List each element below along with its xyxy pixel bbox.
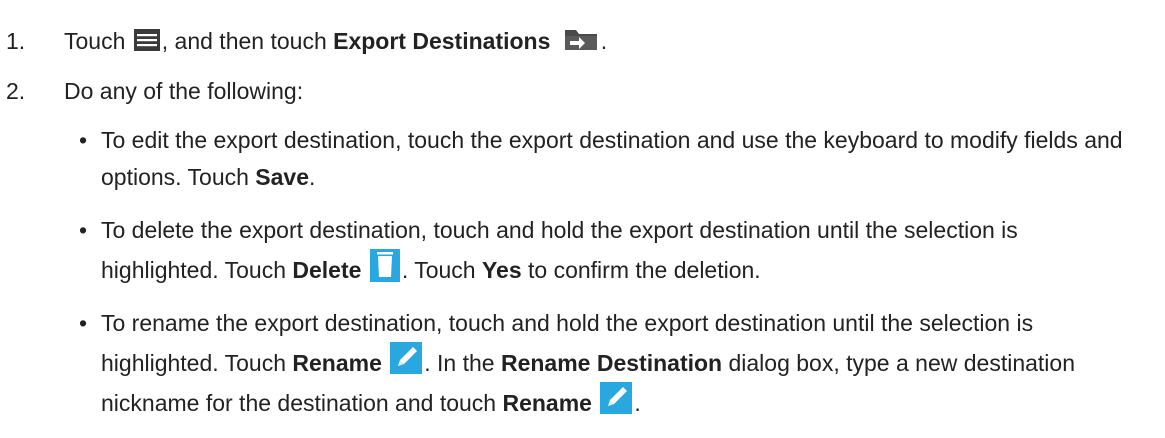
bullet-marker: • bbox=[79, 127, 88, 153]
delete-label: Delete bbox=[292, 257, 362, 283]
step-text: Touch bbox=[64, 28, 126, 54]
list-item-rename: • To rename the export destination, touc… bbox=[0, 305, 1165, 422]
save-label: Save bbox=[255, 164, 310, 190]
step-text: , and then touch bbox=[161, 28, 327, 54]
list-item-edit: • To edit the export destination, touch … bbox=[0, 122, 1165, 196]
list-item-text: . In the bbox=[424, 350, 495, 376]
step-text: . bbox=[600, 28, 608, 54]
bullet-marker: • bbox=[79, 310, 88, 336]
list-item-text: . bbox=[309, 164, 316, 190]
trash-icon bbox=[369, 249, 400, 282]
list-item-delete: • To delete the export destination, touc… bbox=[0, 212, 1165, 289]
step-number: 1. bbox=[6, 28, 26, 54]
step-text: Do any of the following: bbox=[64, 78, 304, 104]
yes-label: Yes bbox=[481, 257, 522, 283]
rename-label: Rename bbox=[502, 390, 592, 416]
list-item-text: to confirm the deletion. bbox=[528, 257, 761, 283]
step-number: 2. bbox=[6, 78, 26, 104]
step-1: 1. Touch , and then touch Export Destina… bbox=[0, 23, 1165, 60]
list-item-text: . bbox=[634, 390, 641, 416]
export-destinations-icon bbox=[564, 30, 597, 50]
options-list: • To edit the export destination, touch … bbox=[0, 122, 1165, 422]
step-2: 2. Do any of the following: bbox=[0, 73, 1165, 110]
bullet-marker: • bbox=[79, 217, 88, 243]
pencil-icon bbox=[390, 342, 423, 374]
list-item-text: . Touch bbox=[401, 257, 476, 283]
export-destinations-label: Export Destinations bbox=[333, 28, 551, 54]
menu-icon bbox=[133, 29, 160, 51]
rename-destination-label: Rename Destination bbox=[500, 350, 723, 376]
instructions-document: 1. Touch , and then touch Export Destina… bbox=[0, 0, 1165, 438]
pencil-icon bbox=[600, 382, 633, 414]
rename-label: Rename bbox=[292, 350, 382, 376]
